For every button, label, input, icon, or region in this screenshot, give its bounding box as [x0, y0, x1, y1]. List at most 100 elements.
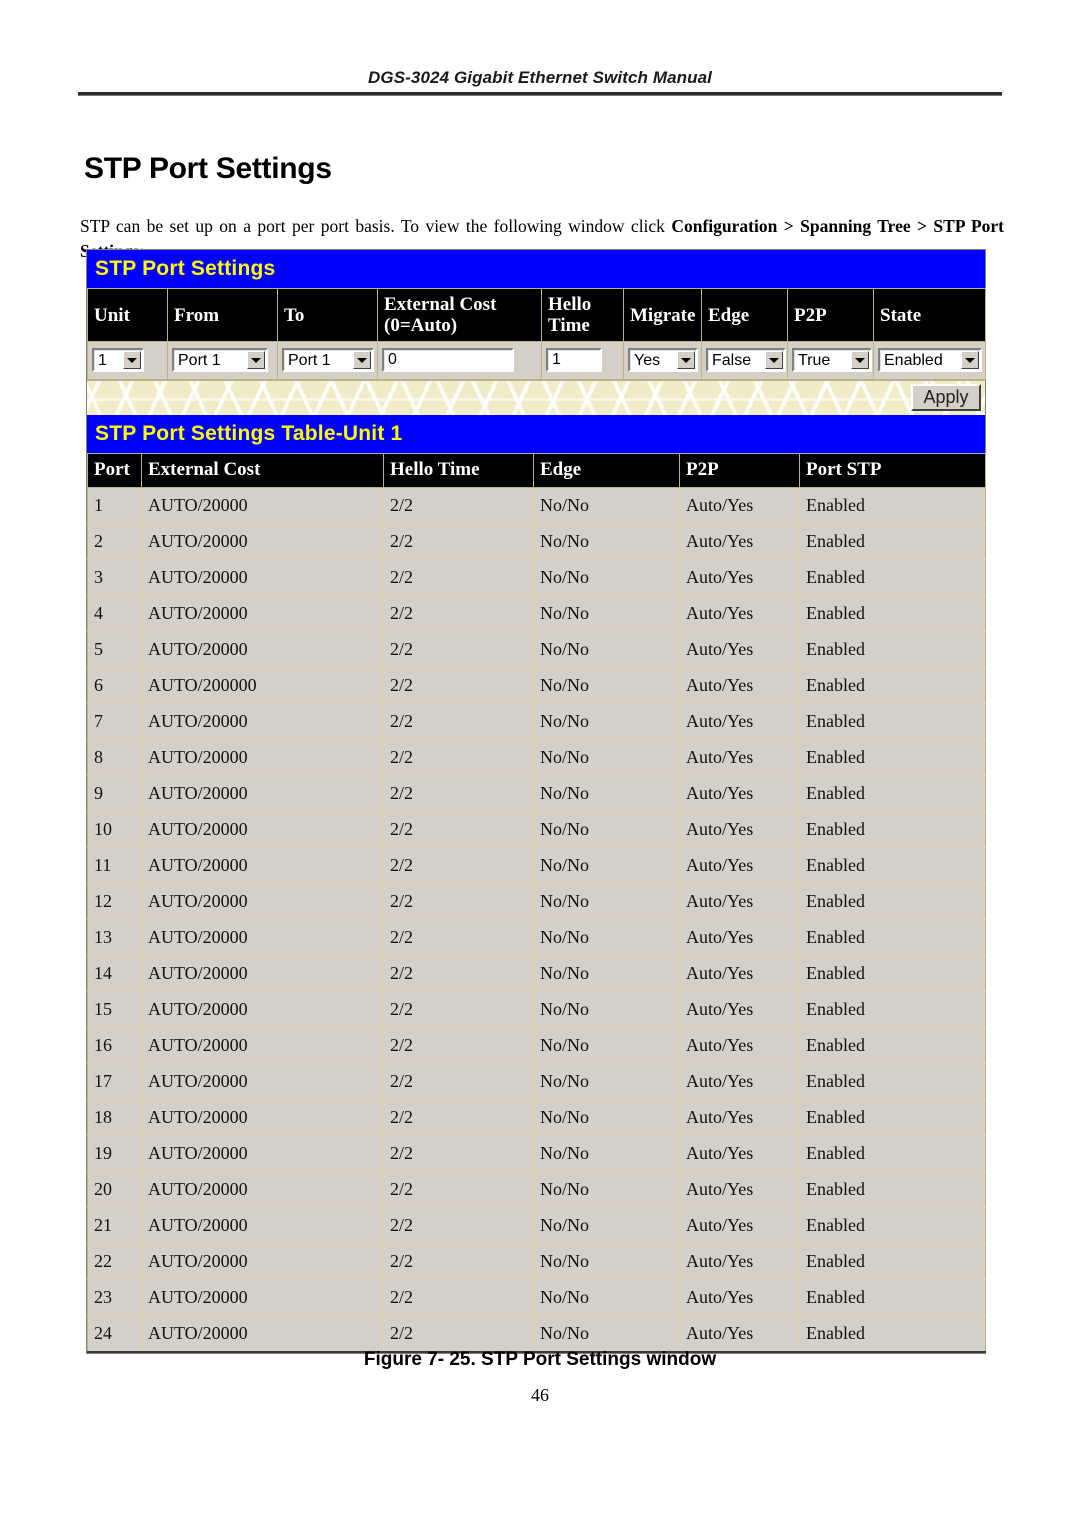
- cell-port: 4: [87, 595, 142, 632]
- cell-edge: No/No: [533, 955, 680, 992]
- cell-edge: No/No: [533, 1207, 680, 1244]
- cell-p2p: Auto/Yes: [679, 1315, 800, 1353]
- cell-p2p: Auto/Yes: [679, 847, 800, 884]
- apply-button[interactable]: Apply: [911, 384, 981, 411]
- hello-time-input[interactable]: 1: [546, 348, 602, 372]
- config-header-edge: Edge: [701, 288, 788, 342]
- results-header-edge: Edge: [533, 453, 680, 488]
- chevron-down-icon[interactable]: [123, 351, 141, 369]
- cell-p2p: Auto/Yes: [679, 595, 800, 632]
- config-header-row: Unit From To External Cost (0=Auto) Hell…: [87, 288, 986, 342]
- cell-edge: No/No: [533, 1135, 680, 1172]
- cell-port: 11: [87, 847, 142, 884]
- config-input-row: 1 Port 1 Port 1 0 1 Yes False True Enabl…: [87, 341, 986, 380]
- cell-hello-time: 2/2: [383, 523, 534, 560]
- cell-port-stp: Enabled: [799, 883, 986, 920]
- cell-hello-time: 2/2: [383, 1099, 534, 1136]
- cell-port: 5: [87, 631, 142, 668]
- cell-from: Port 1: [167, 341, 278, 380]
- config-header-external-cost: External Cost (0=Auto): [377, 288, 542, 342]
- table-row: 9 AUTO/20000 2/2 No/No Auto/Yes Enabled: [87, 775, 986, 812]
- cell-port-stp: Enabled: [799, 1315, 986, 1353]
- hello-time-line2: Time: [548, 315, 590, 336]
- external-cost-input[interactable]: 0: [382, 348, 514, 372]
- cell-hello-time: 2/2: [383, 811, 534, 848]
- table-row: 13 AUTO/20000 2/2 No/No Auto/Yes Enabled: [87, 919, 986, 956]
- cell-port: 6: [87, 667, 142, 704]
- chevron-down-icon[interactable]: [851, 351, 869, 369]
- results-table-title: STP Port Settings Table-Unit 1: [87, 415, 985, 453]
- cell-hello-time: 2/2: [383, 595, 534, 632]
- figure-caption: Figure 7- 25. STP Port Settings window: [363, 1349, 717, 1370]
- p2p-select-value: True: [798, 351, 831, 369]
- cell-external-cost: 0: [377, 341, 542, 380]
- cell-hello-time: 2/2: [383, 775, 534, 812]
- cell-hello-time: 2/2: [383, 883, 534, 920]
- cell-port: 12: [87, 883, 142, 920]
- table-row: 16 AUTO/20000 2/2 No/No Auto/Yes Enabled: [87, 1027, 986, 1064]
- state-select[interactable]: Enabled: [878, 348, 982, 372]
- intro-text-lead: STP can be set up on a port per port bas…: [80, 215, 672, 236]
- cell-p2p: Auto/Yes: [679, 919, 800, 956]
- results-header-row: Port External Cost Hello Time Edge P2P P…: [87, 453, 986, 488]
- cell-p2p: True: [787, 341, 874, 380]
- config-header-hello-time: Hello Time: [541, 288, 624, 342]
- cell-port: 15: [87, 991, 142, 1028]
- chevron-down-icon[interactable]: [961, 351, 979, 369]
- chevron-down-icon[interactable]: [765, 351, 783, 369]
- cell-external-cost: AUTO/20000: [141, 955, 384, 992]
- table-row: 22 AUTO/20000 2/2 No/No Auto/Yes Enabled: [87, 1243, 986, 1280]
- unit-select[interactable]: 1: [92, 348, 144, 372]
- cell-edge: No/No: [533, 883, 680, 920]
- cell-port-stp: Enabled: [799, 523, 986, 560]
- cell-port: 2: [87, 523, 142, 560]
- cell-port: 14: [87, 955, 142, 992]
- hello-time-line1: Hello: [548, 294, 592, 315]
- cell-port: 3: [87, 559, 142, 596]
- cell-external-cost: AUTO/20000: [141, 739, 384, 776]
- chevron-down-icon[interactable]: [247, 351, 265, 369]
- cell-edge: No/No: [533, 739, 680, 776]
- cell-edge: No/No: [533, 811, 680, 848]
- cell-edge: No/No: [533, 559, 680, 596]
- cell-edge: No/No: [533, 667, 680, 704]
- cell-external-cost: AUTO/20000: [141, 1099, 384, 1136]
- cell-edge: No/No: [533, 1099, 680, 1136]
- cell-external-cost: AUTO/20000: [141, 883, 384, 920]
- page-running-header: DGS-3024 Gigabit Ethernet Switch Manual: [78, 68, 1002, 96]
- cell-hello-time: 1: [541, 341, 624, 380]
- page-title: STP Port Settings: [84, 152, 332, 186]
- results-header-port-stp: Port STP: [799, 453, 986, 488]
- migrate-select[interactable]: Yes: [628, 348, 698, 372]
- table-row: 7 AUTO/20000 2/2 No/No Auto/Yes Enabled: [87, 703, 986, 740]
- p2p-select[interactable]: True: [792, 348, 872, 372]
- table-row: 17 AUTO/20000 2/2 No/No Auto/Yes Enabled: [87, 1063, 986, 1100]
- from-port-select[interactable]: Port 1: [172, 348, 268, 372]
- cell-port: 10: [87, 811, 142, 848]
- cell-port: 7: [87, 703, 142, 740]
- config-header-to: To: [277, 288, 378, 342]
- cell-external-cost: AUTO/20000: [141, 775, 384, 812]
- cell-external-cost: AUTO/20000: [141, 1207, 384, 1244]
- cell-port: 20: [87, 1171, 142, 1208]
- cell-to: Port 1: [277, 341, 378, 380]
- chevron-down-icon[interactable]: [677, 351, 695, 369]
- table-row: 10 AUTO/20000 2/2 No/No Auto/Yes Enabled: [87, 811, 986, 848]
- cell-external-cost: AUTO/20000: [141, 631, 384, 668]
- cell-port-stp: Enabled: [799, 559, 986, 596]
- cell-external-cost: AUTO/20000: [141, 1063, 384, 1100]
- cell-port-stp: Enabled: [799, 811, 986, 848]
- results-table-body: 1 AUTO/20000 2/2 No/No Auto/Yes Enabled 2 AUTO/…: [87, 487, 986, 1353]
- stp-config-form-table: Unit From To External Cost (0=Auto) Hell…: [87, 288, 986, 380]
- results-header-hello-time: Hello Time: [383, 453, 534, 488]
- table-row: 21 AUTO/20000 2/2 No/No Auto/Yes Enabled: [87, 1207, 986, 1244]
- config-header-state: State: [873, 288, 986, 342]
- to-port-select-value: Port 1: [288, 351, 331, 369]
- edge-select[interactable]: False: [706, 348, 786, 372]
- cell-hello-time: 2/2: [383, 487, 534, 524]
- to-port-select[interactable]: Port 1: [282, 348, 374, 372]
- chevron-down-icon[interactable]: [353, 351, 371, 369]
- page-number: 46: [531, 1385, 549, 1405]
- cell-port-stp: Enabled: [799, 595, 986, 632]
- cell-hello-time: 2/2: [383, 1279, 534, 1316]
